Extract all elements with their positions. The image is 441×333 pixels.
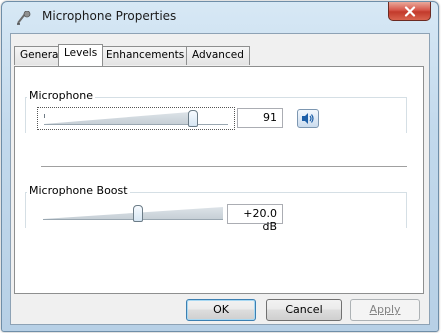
tab-enhancements[interactable]: Enhancements — [100, 46, 191, 65]
cancel-button[interactable]: Cancel — [266, 299, 342, 321]
microphone-group-label: Microphone — [27, 89, 96, 102]
slider-track — [44, 112, 190, 124]
tab-advanced[interactable]: Advanced — [186, 46, 250, 65]
apply-button[interactable]: Apply — [350, 299, 420, 321]
group-border — [406, 192, 407, 228]
slider-thumb[interactable] — [188, 110, 198, 127]
tab-levels[interactable]: Levels — [58, 44, 104, 66]
section-separator — [41, 166, 407, 167]
speaker-icon — [302, 113, 314, 124]
slider-baseline — [44, 124, 228, 125]
microphone-level-value[interactable]: 91 — [237, 108, 283, 128]
ok-button[interactable]: OK — [186, 299, 256, 321]
tab-label: Enhancements — [106, 49, 185, 61]
dialog-client-area: General Levels Enhancements Advanced Mic… — [10, 33, 430, 325]
microphone-icon — [17, 11, 31, 25]
apply-button-label: Apply — [369, 303, 401, 316]
tab-label: Levels — [64, 47, 98, 59]
dialog-window: Microphone Properties General Levels Enh… — [1, 1, 439, 332]
levels-panel: Microphone 91 Microphone Boost +20.0 dB — [14, 66, 424, 294]
close-button[interactable] — [388, 2, 431, 21]
title-bar[interactable]: Microphone Properties — [2, 2, 438, 32]
close-icon — [404, 5, 415, 17]
ok-button-label: OK — [213, 303, 229, 316]
boost-level-value[interactable]: +20.0 dB — [227, 204, 283, 233]
mute-button[interactable] — [297, 109, 319, 128]
tab-label: General — [20, 49, 62, 61]
microphone-level-slider[interactable] — [37, 107, 235, 130]
group-border — [25, 192, 26, 228]
boost-group-label: Microphone Boost — [27, 184, 130, 197]
window-title: Microphone Properties — [42, 9, 177, 23]
boost-level-slider[interactable] — [37, 203, 227, 225]
slider-thumb[interactable] — [133, 205, 143, 222]
group-border — [25, 97, 26, 133]
slider-tick — [44, 114, 45, 118]
tab-label: Advanced — [192, 49, 244, 61]
group-border — [406, 97, 407, 133]
cancel-button-label: Cancel — [285, 303, 323, 316]
